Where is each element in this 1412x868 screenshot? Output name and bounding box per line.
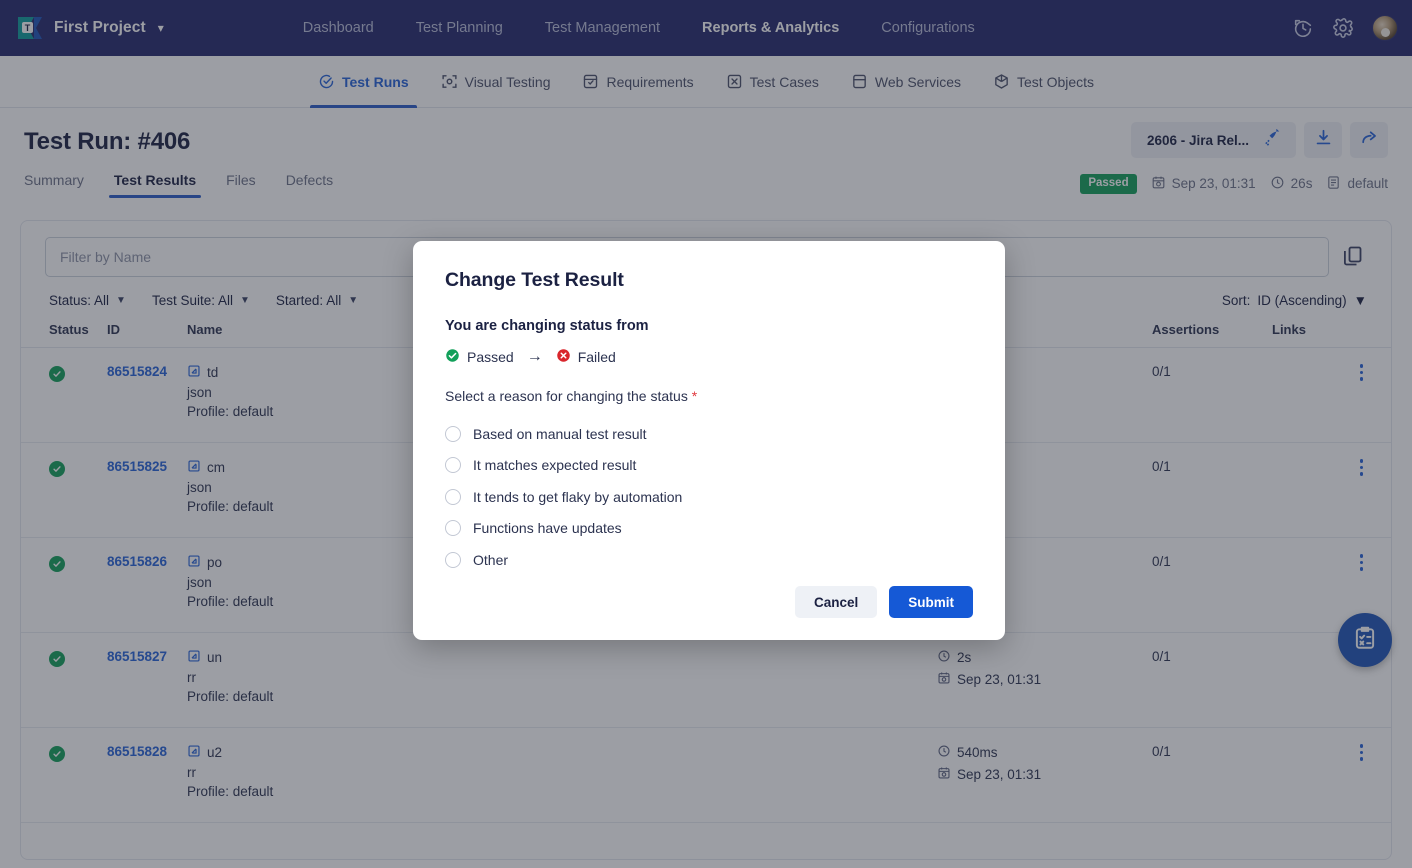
submit-button[interactable]: Submit [889,586,973,618]
status-transition: Passed → Failed [445,348,973,366]
radio-label: Based on manual test result [473,425,647,442]
app-root: T First Project ▾ Dashboard Test Plannin… [0,0,1412,868]
reason-label: Select a reason for changing the status [445,388,688,404]
radio-option-other[interactable]: Other [445,544,973,576]
radio-circle-icon[interactable] [445,425,461,442]
radio-label: Other [473,551,509,568]
cancel-button[interactable]: Cancel [794,586,878,618]
reason-radio-group: Based on manual test result It matches e… [445,418,973,576]
dialog-subtitle: You are changing status from [445,318,649,334]
to-status: Failed [556,348,616,366]
change-test-result-dialog: Change Test Result You are changing stat… [413,241,1005,640]
dialog-actions: Cancel Submit [794,586,973,618]
radio-circle-icon[interactable] [445,488,461,505]
required-asterisk: * [691,388,698,404]
radio-option-flaky-by-automation[interactable]: It tends to get flaky by automation [445,481,973,513]
status-failed-icon [556,348,571,366]
reason-label-row: Select a reason for changing the status … [445,388,973,404]
from-status-label: Passed [467,349,514,365]
to-status-label: Failed [577,349,616,365]
radio-circle-icon[interactable] [445,520,461,537]
dialog-title: Change Test Result [445,269,624,291]
radio-circle-icon[interactable] [445,551,461,568]
radio-option-matches-expected-result[interactable]: It matches expected result [445,450,973,482]
arrow-right-icon: → [526,348,543,365]
radio-option-functions-have-updates[interactable]: Functions have updates [445,513,973,545]
radio-label: Functions have updates [473,520,622,537]
radio-label: It matches expected result [473,457,637,474]
status-passed-icon [445,348,460,366]
radio-label: It tends to get flaky by automation [473,488,683,505]
radio-circle-icon[interactable] [445,457,461,474]
radio-option-manual-test-result[interactable]: Based on manual test result [445,418,973,450]
from-status: Passed [445,348,514,366]
